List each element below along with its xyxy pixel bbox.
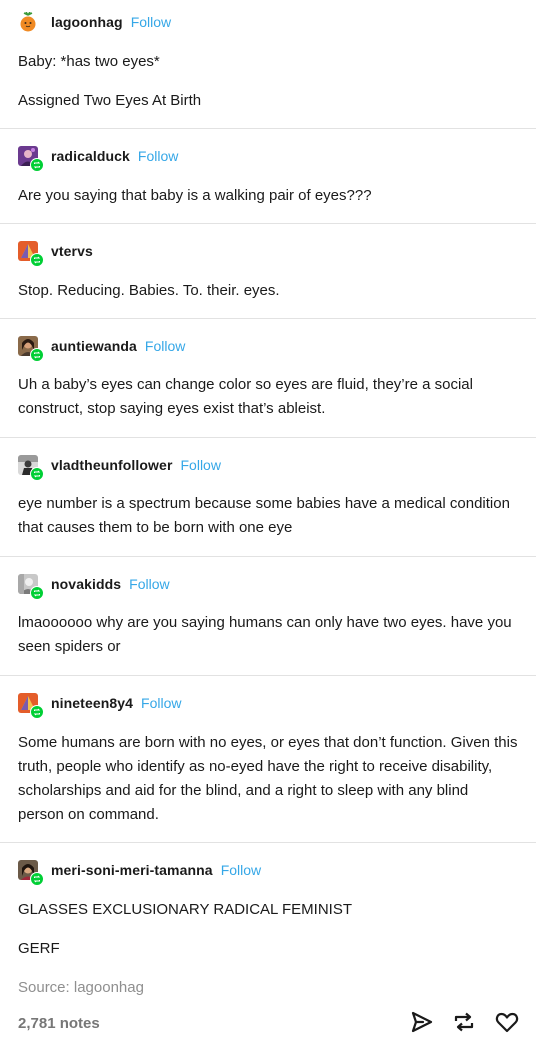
username[interactable]: lagoonhag	[51, 14, 123, 30]
post-text: Uh a baby’s eyes can change color so eye…	[18, 376, 473, 417]
follow-button[interactable]: Follow	[138, 148, 178, 164]
post-text: Are you saying that baby is a walking pa…	[18, 187, 372, 204]
post-text: GERF	[18, 940, 60, 957]
reblog-icon	[454, 1012, 474, 1032]
post-lagoonhag: lagoonhag Follow Baby: *has two eyes* As…	[0, 0, 536, 128]
avatar[interactable]	[18, 574, 44, 600]
reblog-badge-icon	[30, 253, 44, 267]
post-header: radicalduck Follow	[18, 144, 178, 172]
avatar[interactable]	[18, 693, 44, 719]
reblog-meri-soni-meri-tamanna: meri-soni-meri-tamanna Follow GLASSES EX…	[0, 843, 536, 1038]
reblog-novakidds: novakidds Follow lmaoooooo why are you s…	[0, 557, 536, 675]
username[interactable]: vladtheunfollower	[51, 457, 173, 473]
reblog-radicalduck: radicalduck Follow Are you saying that b…	[0, 129, 536, 223]
reblog-badge-icon	[30, 586, 44, 600]
post-text: eye number is a spectrum because some ba…	[18, 495, 510, 536]
post-header: vladtheunfollower Follow	[18, 453, 221, 481]
reblog-vladtheunfollower: vladtheunfollower Follow eye number is a…	[0, 438, 536, 556]
reblog-badge-icon	[30, 705, 44, 719]
username[interactable]: meri-soni-meri-tamanna	[51, 862, 213, 878]
post-header: lagoonhag Follow	[18, 10, 171, 34]
reblog-nineteen8y4: nineteen8y4 Follow Some humans are born …	[0, 676, 536, 842]
username[interactable]: nineteen8y4	[51, 695, 133, 711]
avatar[interactable]	[18, 241, 44, 267]
reblog-badge-icon	[30, 348, 44, 362]
avatar[interactable]	[18, 336, 44, 362]
post-text: lmaoooooo why are you saying humans can …	[18, 614, 512, 655]
post-source[interactable]: Source: lagoonhag	[18, 979, 144, 996]
follow-button[interactable]: Follow	[221, 862, 261, 878]
post-header: vtervs	[18, 239, 93, 267]
username[interactable]: novakidds	[51, 576, 121, 592]
follow-button[interactable]: Follow	[129, 576, 169, 592]
post-header: novakidds Follow	[18, 572, 170, 600]
post-text: Some humans are born with no eyes, or ey…	[18, 734, 518, 823]
reblog-button[interactable]	[451, 1009, 477, 1035]
reblog-badge-icon	[30, 158, 44, 172]
post-text: Baby: *has two eyes*	[18, 53, 160, 70]
post-header: auntiewanda Follow	[18, 334, 185, 362]
avatar[interactable]	[18, 11, 38, 32]
notes-count[interactable]: 2,781 notes	[18, 1015, 100, 1032]
follow-button[interactable]: Follow	[131, 14, 171, 30]
post-header: nineteen8y4 Follow	[18, 691, 182, 719]
like-button[interactable]	[494, 1009, 520, 1035]
username[interactable]: radicalduck	[51, 148, 130, 164]
post-text: Assigned Two Eyes At Birth	[18, 92, 202, 109]
reblog-auntiewanda: auntiewanda Follow Uh a baby’s eyes can …	[0, 319, 536, 437]
post-text: GLASSES EXCLUSIONARY RADICAL FEMINIST	[18, 901, 352, 918]
reblog-badge-icon	[30, 467, 44, 481]
reblog-vtervs: vtervs Stop. Reducing. Babies. To. their…	[0, 224, 536, 318]
reblog-badge-icon	[30, 872, 44, 886]
orange-fruit-avatar-icon	[18, 11, 38, 32]
avatar[interactable]	[18, 146, 44, 172]
share-button[interactable]	[409, 1009, 435, 1035]
username[interactable]: vtervs	[51, 243, 93, 259]
follow-button[interactable]: Follow	[141, 695, 181, 711]
avatar[interactable]	[18, 455, 44, 481]
username[interactable]: auntiewanda	[51, 338, 137, 354]
avatar[interactable]	[18, 860, 44, 886]
follow-button[interactable]: Follow	[145, 338, 185, 354]
post-text: Stop. Reducing. Babies. To. their. eyes.	[18, 282, 280, 299]
follow-button[interactable]: Follow	[181, 457, 221, 473]
share-icon	[411, 1011, 433, 1033]
heart-icon	[495, 1012, 519, 1033]
post-header: meri-soni-meri-tamanna Follow	[18, 858, 261, 886]
